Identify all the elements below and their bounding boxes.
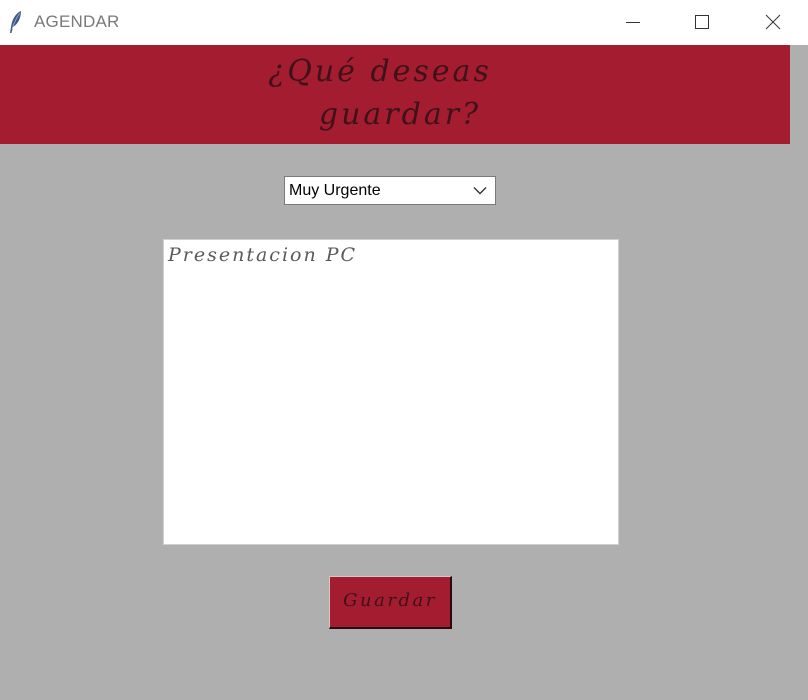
maximize-button[interactable] (679, 0, 725, 45)
minimize-icon (626, 22, 640, 23)
close-icon (765, 14, 781, 30)
note-textarea[interactable]: Presentacion PC (163, 239, 619, 545)
close-button[interactable] (750, 0, 796, 45)
priority-select-value: Muy Urgente (289, 182, 381, 199)
feather-icon (8, 10, 24, 34)
priority-select[interactable]: Muy Urgente (284, 176, 496, 205)
note-textarea-value: Presentacion PC (168, 244, 358, 266)
save-button[interactable]: Guardar (329, 576, 452, 629)
title-bar: AGENDAR (0, 0, 808, 45)
header-title-line-2: guardar? (318, 97, 482, 132)
chevron-down-icon (473, 187, 487, 195)
window-title: AGENDAR (34, 12, 120, 31)
header-banner: ¿Qué deseas guardar? (0, 45, 790, 144)
minimize-button[interactable] (610, 0, 656, 45)
save-button-label: Guardar (343, 590, 437, 611)
header-title-line-1: ¿Qué deseas (268, 54, 492, 89)
header-title: ¿Qué deseas guardar? (200, 50, 580, 136)
maximize-icon (695, 15, 709, 29)
